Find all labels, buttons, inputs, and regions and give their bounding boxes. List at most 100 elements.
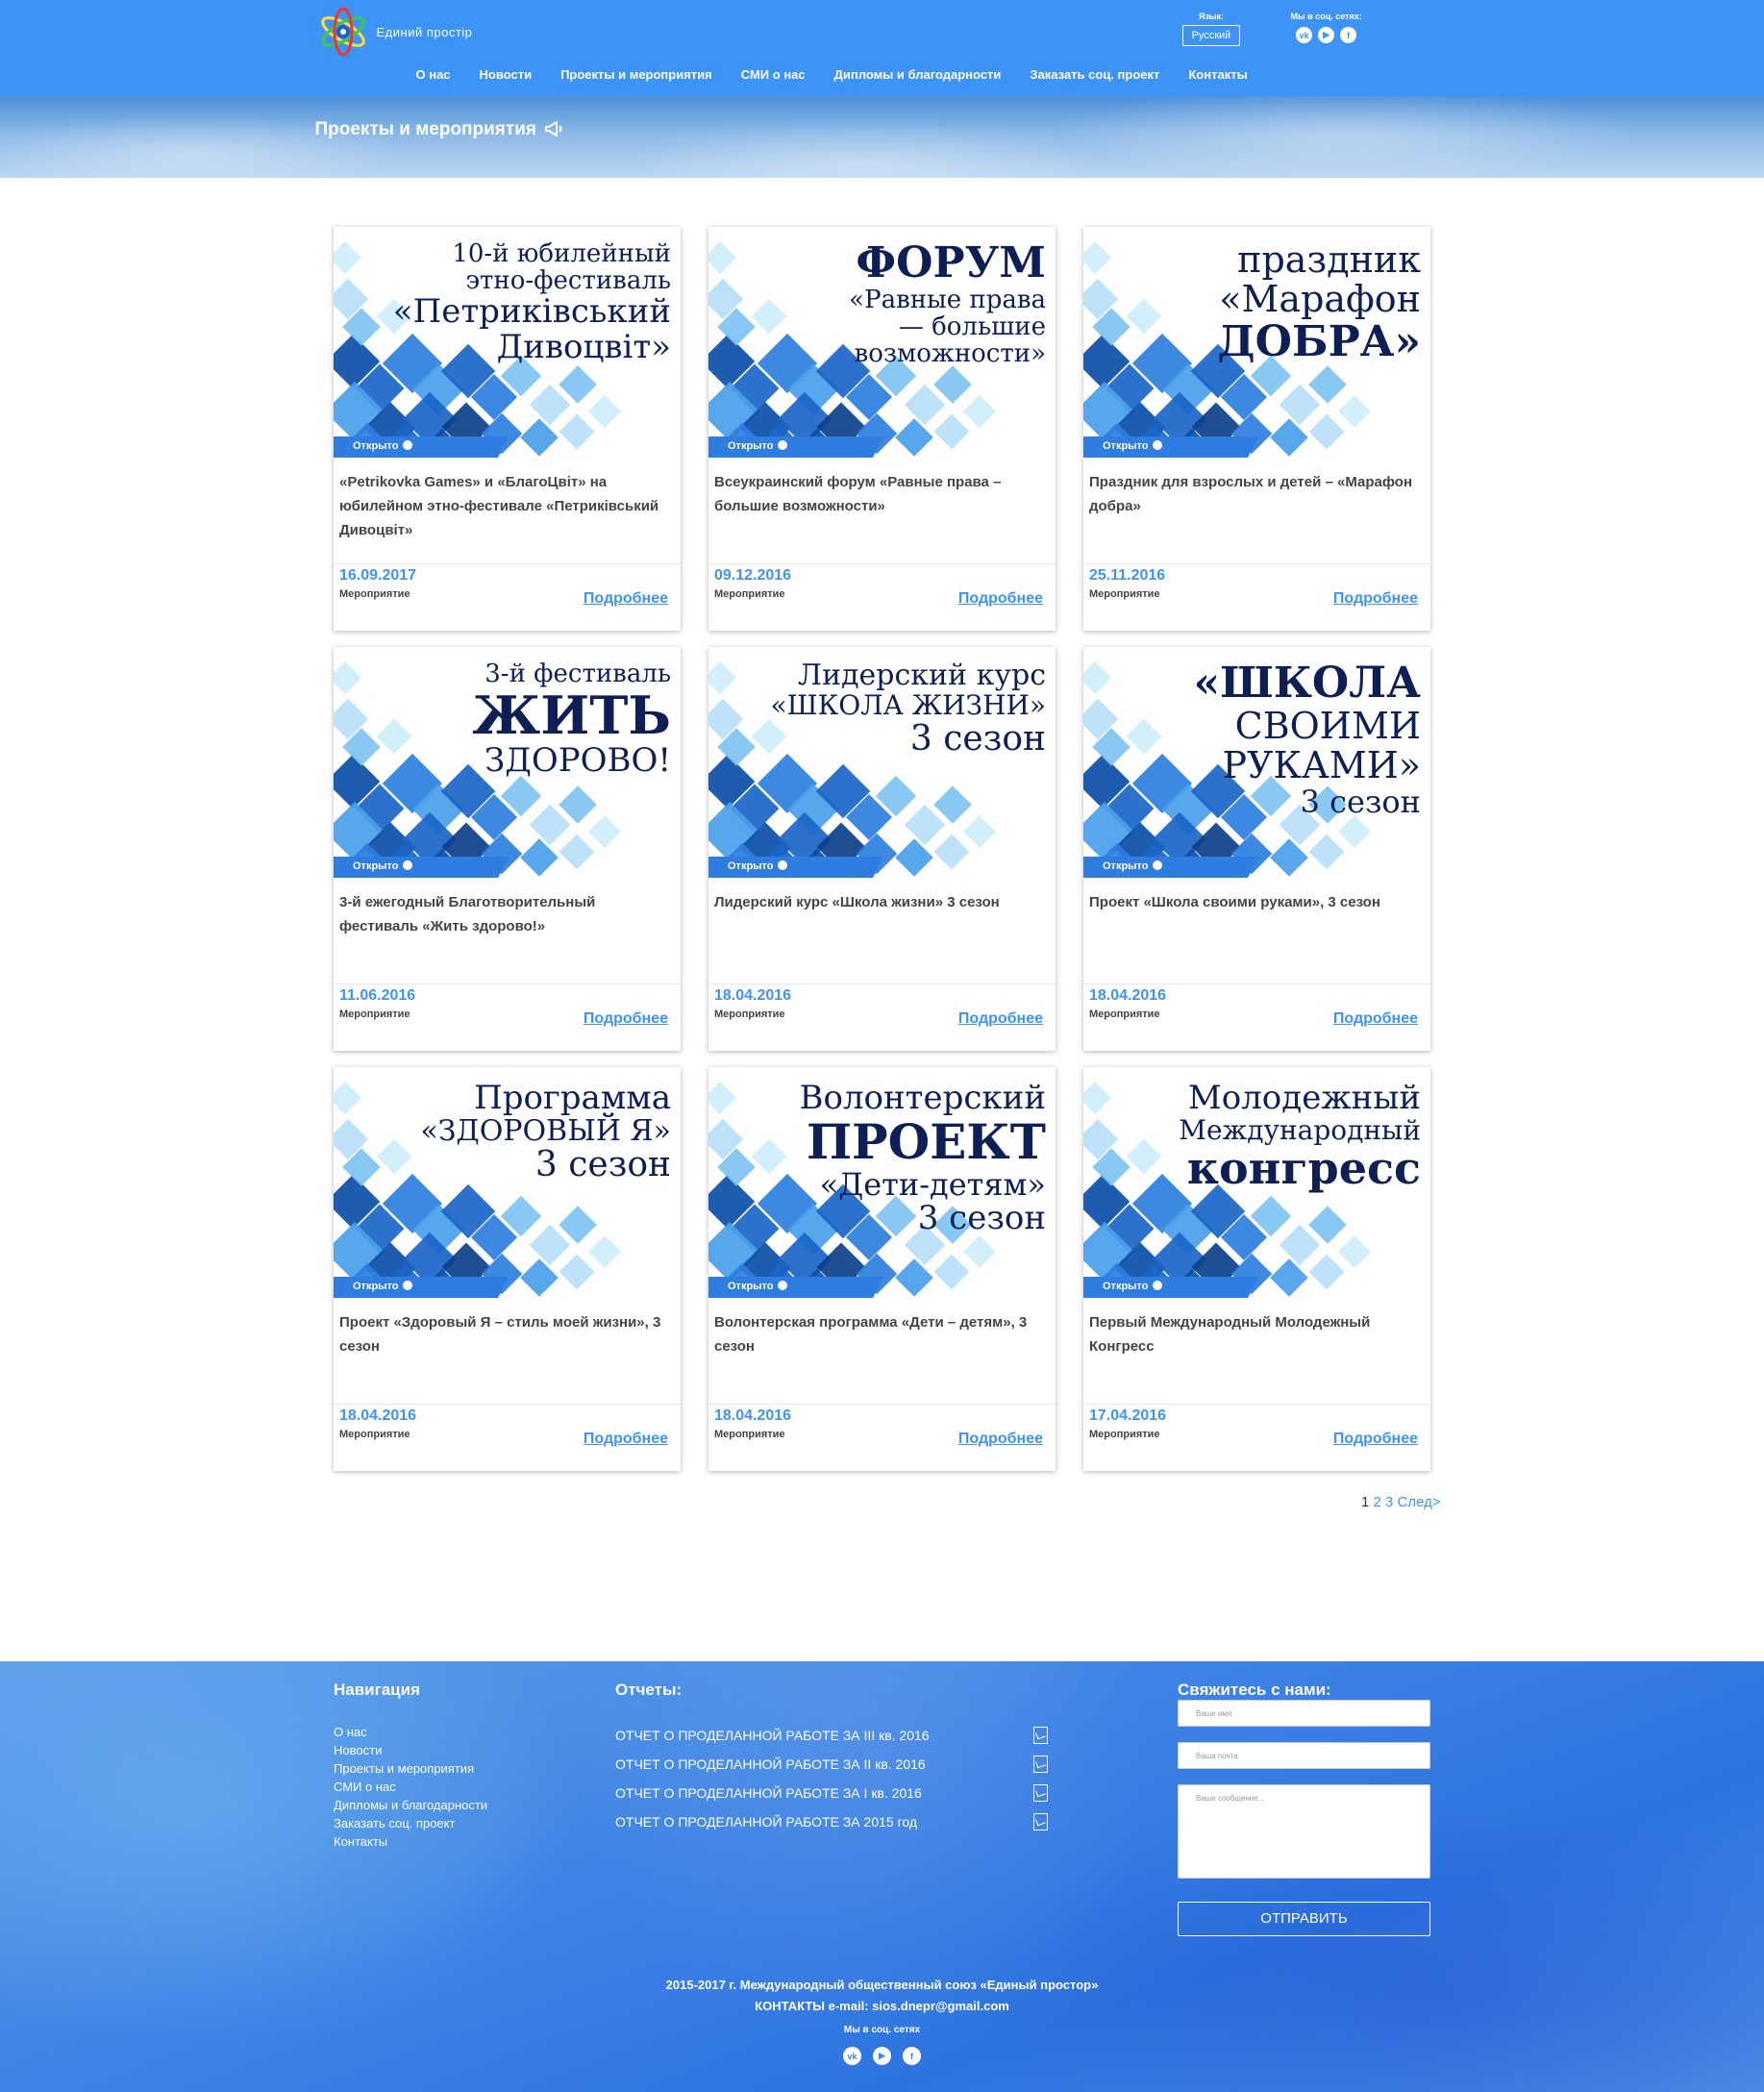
project-poster[interactable]: праздник «Марафон ДОБРА» <box>1083 227 1430 458</box>
arrow-circle-icon <box>402 1281 412 1290</box>
project-card[interactable]: Волонтерский ПРОЕКТ «Дети-детям» 3 сезон От… <box>708 1067 1056 1471</box>
project-poster[interactable]: Волонтерский ПРОЕКТ «Дети-детям» 3 сезон <box>708 1067 1056 1298</box>
facebook-icon[interactable]: f <box>903 2047 921 2065</box>
project-card[interactable]: ФОРУМ «Равные права — большие возможности» … <box>708 227 1056 631</box>
report-link[interactable]: ОТЧЕТ О ПРОДЕЛАННОЙ РАБОТЕ ЗА II кв. 201… <box>615 1750 1057 1779</box>
card-description[interactable]: Лидерский курс «Школа жизни» 3 сезон <box>714 890 1051 914</box>
submit-button[interactable]: ОТПРАВИТЬ <box>1178 1902 1430 1936</box>
contact-form: Свяжитесь с нами: Ваше имя Ваша почта Ва… <box>1178 1681 1430 1936</box>
card-date: 25.11.2016 <box>1089 567 1166 584</box>
project-card[interactable]: Программа «ЗДОРОВЫЙ Я» 3 сезон Открыто Про… <box>334 1067 681 1471</box>
project-card[interactable]: праздник «Марафон ДОБРА» Открыто Праздник … <box>1083 227 1430 631</box>
card-date: 17.04.2016 <box>1089 1407 1167 1424</box>
name-field[interactable]: Ваше имя <box>1178 1700 1430 1727</box>
nav-news[interactable]: Новости <box>465 67 547 82</box>
facebook-icon[interactable]: f <box>1340 27 1357 43</box>
status-ribbon: Открыто <box>708 436 883 458</box>
report-link[interactable]: ОТЧЕТ О ПРОДЕЛАННОЙ РАБОТЕ ЗА III кв. 20… <box>615 1721 1057 1750</box>
page-link-2[interactable]: 2 <box>1374 1494 1381 1510</box>
pdf-icon[interactable] <box>1033 1784 1048 1802</box>
pdf-icon[interactable] <box>1033 1756 1048 1773</box>
poster-title: 10-й юбилейный этно-фестиваль «Петриківськ… <box>383 240 671 365</box>
nav-diplomas[interactable]: Дипломы и благодарности <box>820 67 1016 82</box>
footer-nav-projects[interactable]: Проекты и мероприятия <box>334 1759 487 1778</box>
poster-title-line: СВОИМИ <box>1234 704 1421 747</box>
footer-nav-media[interactable]: СМИ о нас <box>334 1778 487 1796</box>
poster-title: праздник «Марафон ДОБРА» <box>1132 239 1421 365</box>
more-link[interactable]: Подробнее <box>958 1431 1043 1448</box>
project-card[interactable]: «ШКОЛА СВОИМИ РУКАМИ» 3 сезон Открыто Проек… <box>1083 647 1430 1051</box>
vk-icon[interactable]: vk <box>843 2047 861 2065</box>
footer-bottom: 2015-2017 г. Международный общественный … <box>0 1975 1764 2065</box>
poster-title-line: Волонтерский <box>799 1079 1047 1117</box>
more-link[interactable]: Подробнее <box>584 1431 668 1448</box>
site-logo[interactable]: Единий простір <box>315 6 473 58</box>
poster-title-line: «ЗДОРОВЫЙ Я» <box>420 1113 671 1148</box>
vk-icon[interactable]: vk <box>1296 27 1313 43</box>
poster-title: Волонтерский ПРОЕКТ «Дети-детям» 3 сезон <box>758 1079 1047 1236</box>
project-card[interactable]: Лидерский курс «ШКОЛА ЖИЗНИ» 3 сезон Откры… <box>708 647 1056 1051</box>
nav-contacts[interactable]: Контакты <box>1174 67 1261 82</box>
youtube-icon[interactable]: ▶ <box>1318 27 1335 43</box>
copyright: 2015-2017 г. Международный общественный … <box>665 1978 1099 1992</box>
footer-nav-diplomas[interactable]: Дипломы и благодарности <box>334 1796 487 1814</box>
more-link[interactable]: Подробнее <box>1333 590 1418 608</box>
atom-logo-icon <box>315 6 371 58</box>
project-poster[interactable]: 3-й фестиваль ЖИТЬ ЗДОРОВО! <box>334 647 681 878</box>
poster-title-line: ЖИТЬ <box>472 685 671 747</box>
language-select[interactable]: Русский <box>1181 25 1241 46</box>
project-poster[interactable]: 10-й юбилейный этно-фестиваль «Петриківськ… <box>334 227 681 458</box>
more-link[interactable]: Подробнее <box>958 590 1043 608</box>
footer-nav-contacts[interactable]: Контакты <box>334 1832 487 1851</box>
more-link[interactable]: Подробнее <box>958 1010 1043 1028</box>
card-description[interactable]: Проект «Здоровый Я – стиль моей жизни», … <box>339 1310 676 1358</box>
page-link-3[interactable]: 3 <box>1385 1494 1393 1510</box>
card-description[interactable]: Праздник для взрослых и детей – «Марафон… <box>1089 470 1426 518</box>
more-link[interactable]: Подробнее <box>1333 1431 1418 1448</box>
site-header: Единий простір Язык: Русский Мы в соц. с… <box>0 0 1764 96</box>
pdf-icon[interactable] <box>1033 1813 1048 1830</box>
status-ribbon: Открыто <box>708 857 883 878</box>
project-card[interactable]: 3-й фестиваль ЖИТЬ ЗДОРОВО! Открыто 3-й еж… <box>334 647 681 1051</box>
card-description[interactable]: Волонтерская программа «Дети – детям», 3… <box>714 1310 1051 1358</box>
card-description[interactable]: Проект «Школа своими руками», 3 сезон <box>1089 890 1426 914</box>
footer-nav-order[interactable]: Заказать соц. проект <box>334 1814 487 1832</box>
nav-about[interactable]: О нас <box>402 67 465 82</box>
more-link[interactable]: Подробнее <box>584 1010 668 1028</box>
footer-nav-about[interactable]: О нас <box>334 1723 487 1741</box>
site-footer: Навигация О нас Новости Проекты и меропр… <box>0 1661 1764 2092</box>
card-description[interactable]: Первый Международный Молодежный Конгресс <box>1089 1310 1426 1358</box>
footer-nav-title: Навигация <box>334 1681 420 1699</box>
card-date: 18.04.2016 <box>1089 987 1167 1004</box>
nav-projects[interactable]: Проекты и мероприятия <box>546 67 727 82</box>
project-card[interactable]: Молодежный Международный конгресс Открыто … <box>1083 1067 1430 1471</box>
report-link[interactable]: ОТЧЕТ О ПРОДЕЛАННОЙ РАБОТЕ ЗА 2015 год <box>615 1807 1057 1836</box>
page-banner: Проекты и мероприятия <box>0 96 1764 178</box>
poster-title-line: — большие <box>898 311 1046 341</box>
nav-order-project[interactable]: Заказать соц. проект <box>1015 67 1174 82</box>
report-link[interactable]: ОТЧЕТ О ПРОДЕЛАННОЙ РАБОТЕ ЗА I кв. 2016 <box>615 1779 1057 1807</box>
project-poster[interactable]: Программа «ЗДОРОВЫЙ Я» 3 сезон <box>334 1067 681 1298</box>
pdf-icon[interactable] <box>1033 1727 1048 1744</box>
divider <box>708 1404 1056 1405</box>
page-next[interactable]: След> <box>1398 1494 1441 1510</box>
pagination: 1 2 3 След> <box>1361 1494 1441 1510</box>
divider <box>1083 563 1430 564</box>
arrow-circle-icon <box>777 440 787 450</box>
project-poster[interactable]: Лидерский курс «ШКОЛА ЖИЗНИ» 3 сезон <box>708 647 1056 878</box>
more-link[interactable]: Подробнее <box>1333 1010 1418 1028</box>
youtube-icon[interactable]: ▶ <box>873 2047 891 2065</box>
email-field[interactable]: Ваша почта <box>1178 1742 1430 1769</box>
card-description[interactable]: «Petrikovka Games» и «БлагоЦвіт» на юбил… <box>339 470 676 542</box>
card-description[interactable]: 3-й ежегодный Благотворительный фестивал… <box>339 890 676 938</box>
project-card[interactable]: 10-й юбилейный этно-фестиваль «Петриківськ… <box>334 227 681 631</box>
message-field[interactable]: Ваше сообщение... <box>1178 1784 1430 1879</box>
project-poster[interactable]: «ШКОЛА СВОИМИ РУКАМИ» 3 сезон <box>1083 647 1430 878</box>
language-label: Язык: <box>1198 12 1224 21</box>
card-description[interactable]: Всеукраинский форум «Равные права – боль… <box>714 470 1051 518</box>
nav-media[interactable]: СМИ о нас <box>727 67 820 82</box>
project-poster[interactable]: Молодежный Международный конгресс <box>1083 1067 1430 1298</box>
more-link[interactable]: Подробнее <box>584 590 668 608</box>
project-poster[interactable]: ФОРУМ «Равные права — большие возможности» <box>708 227 1056 458</box>
footer-nav-news[interactable]: Новости <box>334 1741 487 1759</box>
